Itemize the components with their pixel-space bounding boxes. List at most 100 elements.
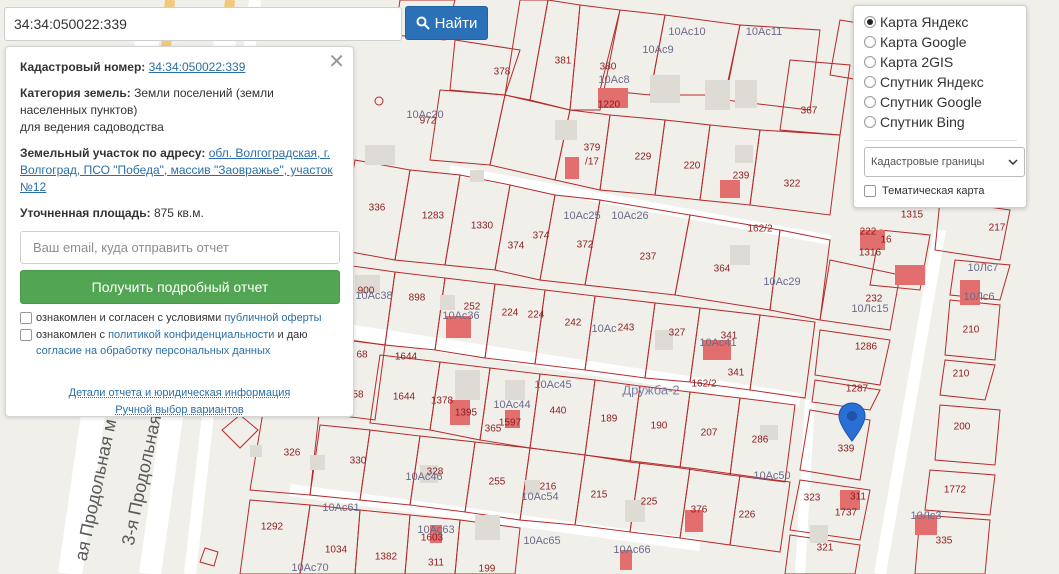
report-button[interactable]: Получить подробный отчет <box>20 270 340 304</box>
radio-icon[interactable] <box>864 76 876 88</box>
map-pin-icon[interactable] <box>837 402 867 447</box>
plot-number-label: 364 <box>714 264 731 275</box>
plot-number-label: 1286 <box>855 342 877 353</box>
building <box>810 525 828 543</box>
plot-number-label: 311 <box>428 558 444 569</box>
block-label: 10Ac66 <box>613 544 650 556</box>
layer-option-label: Карта 2GIS <box>880 54 953 70</box>
building <box>250 445 262 457</box>
thematic-checkbox[interactable] <box>864 185 876 197</box>
plot-number-label: 898 <box>409 293 426 304</box>
plot-number-label: 326 <box>284 448 301 459</box>
plot-number-label: 237 <box>640 252 657 263</box>
block-label: 10Ac38 <box>355 290 392 302</box>
plot-number-label: 1315 <box>901 210 923 221</box>
cadastral-link[interactable]: 34:34:050022:339 <box>149 60 246 74</box>
offer-link[interactable]: публичной оферты <box>224 312 321 324</box>
plot-number-label: 242 <box>565 318 582 329</box>
plot-number-label: /17 <box>585 157 599 168</box>
layer-option[interactable]: Спутник Bing <box>864 112 1017 132</box>
layer-option-label: Карта Google <box>880 34 967 50</box>
search-button[interactable]: Найти <box>405 6 488 40</box>
chevron-down-icon <box>1008 158 1018 166</box>
plot-number-label: 440 <box>550 406 567 417</box>
block-label: 10Ac54 <box>521 491 558 503</box>
panel-divider <box>864 140 1017 141</box>
building <box>365 145 395 165</box>
agree-privacy-checkbox[interactable] <box>20 329 32 341</box>
layer-option[interactable]: Карта Google <box>864 32 1017 52</box>
plot-number-label: 58 <box>352 390 363 401</box>
radio-icon[interactable] <box>864 96 876 108</box>
layer-option-label: Спутник Bing <box>880 114 965 130</box>
details-link[interactable]: Детали отчета и юридическая информация <box>20 385 339 402</box>
plot-number-label: 321 <box>817 543 834 554</box>
plot-number-label: 210 <box>953 369 970 380</box>
layer-options: Карта Яндекс Карта Google Карта 2GIS Спутни… <box>864 12 1017 132</box>
plot-number-label: 239 <box>733 171 750 182</box>
plot-number-label: 200 <box>954 422 971 433</box>
close-icon[interactable]: ✕ <box>328 52 345 72</box>
plot-number-label: 365 <box>485 424 502 435</box>
email-field[interactable] <box>20 231 340 264</box>
plot-number-label: 225 <box>641 497 658 508</box>
block-label: 10Ac25 <box>563 210 600 222</box>
radio-icon[interactable] <box>864 16 876 28</box>
block-label: 10Ac41 <box>699 337 736 349</box>
search-input[interactable] <box>4 7 402 41</box>
block-label: 10Ac <box>591 323 616 335</box>
building <box>705 80 730 110</box>
plot-number-label: 162/2 <box>747 224 772 235</box>
drujba-label: Дружба-2 <box>622 383 679 398</box>
block-label: 10Лс15 <box>851 303 888 315</box>
layer-option[interactable]: Спутник Google <box>864 92 1017 112</box>
agree-offer-text: ознакомлен и согласен с условиями публич… <box>36 310 322 326</box>
area-row: Уточненная площадь: 875 кв.м. <box>20 205 339 222</box>
block-label: 10Ac70 <box>291 562 328 574</box>
layer-select[interactable]: Кадастровые границы <box>864 147 1025 177</box>
layer-option[interactable]: Карта Яндекс <box>864 12 1017 32</box>
block-label: 10Ac46 <box>405 471 442 483</box>
building-registered <box>895 265 925 285</box>
plot-number-label: 243 <box>618 323 635 334</box>
plot-number-label: 222 <box>860 227 877 238</box>
block-label: 10Лс3 <box>910 510 941 522</box>
consent-link[interactable]: согласие на обработку персональных данны… <box>36 345 270 357</box>
agree-privacy-text: ознакомлен с политикой конфиденциальност… <box>36 327 308 359</box>
plot-number-label: 226 <box>739 510 756 521</box>
layer-option-label: Карта Яндекс <box>880 14 968 30</box>
radio-icon[interactable] <box>864 56 876 68</box>
search-icon <box>416 16 430 30</box>
card-links: Детали отчета и юридическая информация Р… <box>20 385 339 419</box>
block-label: 10Ac20 <box>406 109 443 121</box>
plot-number-label: 374 <box>533 231 550 242</box>
plot-number-label: 341 <box>728 368 745 379</box>
building <box>555 120 577 140</box>
plot-number-label: 1034 <box>325 545 347 556</box>
plot-number-label: 68 <box>356 350 367 361</box>
plot-number-label: 199 <box>479 564 496 574</box>
plot-number-label: 367 <box>801 106 818 117</box>
plot-number-label: 322 <box>784 179 801 190</box>
privacy-link[interactable]: политикой конфиденциальности <box>108 329 274 341</box>
plot-number-label: 1287 <box>846 384 868 395</box>
plot-number-label: 1644 <box>393 392 415 403</box>
manual-link[interactable]: Ручной выбор вариантов <box>20 402 339 419</box>
plot-number-label: 327 <box>669 328 686 339</box>
info-card: ✕ Кадастровый номер: 34:34:050022:339 Ка… <box>5 46 354 417</box>
plot-number-label: 1330 <box>471 221 493 232</box>
address-label: Земельный участок по адресу: <box>20 146 205 160</box>
block-label: 10Ac29 <box>763 276 800 288</box>
block-label: 10Лс7 <box>967 262 998 274</box>
layer-option[interactable]: Спутник Яндекс <box>864 72 1017 92</box>
block-label: 10Ac44 <box>493 399 530 411</box>
building <box>470 170 484 182</box>
category-label: Категория земель: <box>20 86 131 100</box>
radio-icon[interactable] <box>864 116 876 128</box>
plot-number-label: 255 <box>489 477 506 488</box>
building <box>735 80 757 108</box>
layer-option[interactable]: Карта 2GIS <box>864 52 1017 72</box>
agree-offer-checkbox[interactable] <box>20 312 32 324</box>
radio-icon[interactable] <box>864 36 876 48</box>
plot-number-label: 1316 <box>859 248 881 259</box>
